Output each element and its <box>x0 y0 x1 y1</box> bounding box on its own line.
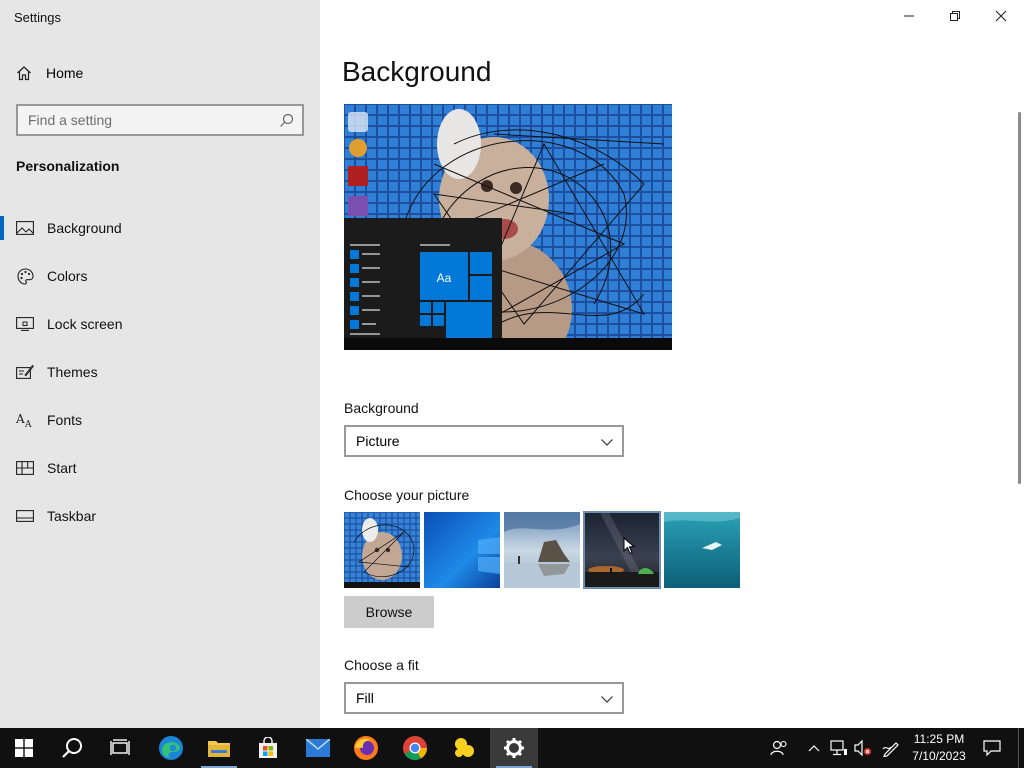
home-label: Home <box>46 65 84 81</box>
close-button[interactable] <box>978 0 1024 32</box>
sidebar-item-colors[interactable]: Colors <box>0 252 320 300</box>
sidebar-item-label: Fonts <box>47 412 83 428</box>
sidebar-item-label: Taskbar <box>47 508 97 524</box>
picture-thumbnail-selected[interactable] <box>583 511 661 589</box>
settings-icon <box>504 738 524 758</box>
sidebar-item-label: Themes <box>47 364 98 380</box>
home-icon <box>17 66 31 81</box>
fonts-icon: AA <box>16 411 34 429</box>
clock-time: 11:25 PM <box>913 732 965 746</box>
edge-button[interactable] <box>147 728 195 768</box>
notification-icon <box>983 740 1001 756</box>
search-icon <box>62 738 82 758</box>
mail-icon <box>306 739 330 757</box>
clock-date: 7/10/2023 <box>912 749 966 763</box>
browse-button[interactable]: Browse <box>344 596 434 628</box>
sidebar-item-themes[interactable]: Themes <box>0 348 320 396</box>
fit-dropdown-value: Fill <box>356 690 374 706</box>
firefox-button[interactable] <box>342 728 390 768</box>
picture-thumbnails <box>344 511 744 589</box>
sidebar-item-label: Colors <box>47 268 88 284</box>
sidebar-item-fonts[interactable]: AA Fonts <box>0 396 320 444</box>
volume-muted-icon <box>854 740 871 756</box>
restore-button[interactable] <box>932 0 978 32</box>
chrome-icon <box>403 736 427 761</box>
people-icon <box>770 740 787 756</box>
picture-icon <box>16 219 34 237</box>
sidebar-nav: Background Colors Lock screen Themes AA … <box>0 204 320 540</box>
windows-logo-icon <box>15 739 33 757</box>
choose-fit-label: Choose a fit <box>344 657 419 673</box>
app-icon <box>455 738 474 757</box>
picture-thumbnail[interactable] <box>664 512 740 588</box>
themes-icon <box>16 363 34 381</box>
home-link[interactable]: Home <box>16 62 83 84</box>
app-button[interactable] <box>440 728 488 768</box>
section-title: Personalization <box>16 158 120 174</box>
chrome-button[interactable] <box>391 728 439 768</box>
mouse-cursor-icon <box>623 537 635 555</box>
task-view-button[interactable] <box>96 728 144 768</box>
start-icon <box>16 459 34 477</box>
store-button[interactable] <box>244 728 292 768</box>
sidebar-item-taskbar[interactable]: Taskbar <box>0 492 320 540</box>
chevron-down-icon <box>601 439 613 446</box>
page-title: Background <box>342 56 492 87</box>
taskbar: 11:25 PM 7/10/2023 <box>0 728 1024 768</box>
restore-icon <box>950 11 960 21</box>
file-explorer-button[interactable] <box>195 728 243 768</box>
svg-text:A: A <box>16 412 25 426</box>
svg-text:A: A <box>24 420 32 428</box>
taskbar-search-button[interactable] <box>48 728 96 768</box>
choose-picture-label: Choose your picture <box>344 487 470 503</box>
mail-button[interactable] <box>294 728 342 768</box>
pen-icon <box>882 742 899 757</box>
show-desktop-button[interactable] <box>1018 728 1024 768</box>
picture-thumbnail[interactable] <box>424 512 500 588</box>
clock[interactable]: 11:25 PM 7/10/2023 <box>906 731 972 765</box>
search-input[interactable] <box>28 112 268 128</box>
search-box[interactable] <box>16 104 304 136</box>
app-title: Settings <box>14 10 61 25</box>
store-icon <box>259 737 277 758</box>
firefox-icon <box>354 736 378 760</box>
sidebar-item-lock-screen[interactable]: Lock screen <box>0 300 320 348</box>
picture-thumbnail[interactable] <box>344 512 420 588</box>
sidebar-item-start[interactable]: Start <box>0 444 320 492</box>
background-dropdown-value: Picture <box>356 433 400 449</box>
show-hidden-icons-button[interactable] <box>804 728 824 768</box>
background-preview: Aa <box>344 104 672 350</box>
volume-button[interactable] <box>852 728 874 768</box>
network-button[interactable] <box>828 728 850 768</box>
network-icon <box>830 740 847 756</box>
sidebar-item-label: Background <box>47 220 122 236</box>
preview-tile-text: Aa <box>437 271 452 285</box>
sidebar: Settings Home Personalization Background… <box>0 0 320 728</box>
lock-screen-icon <box>16 315 34 333</box>
minimize-icon <box>904 15 914 17</box>
chevron-down-icon <box>601 696 613 703</box>
notifications-button[interactable] <box>980 728 1004 768</box>
close-icon <box>995 10 1007 22</box>
palette-icon <box>16 267 34 285</box>
file-explorer-icon <box>208 741 230 757</box>
picture-thumbnail[interactable] <box>504 512 580 588</box>
sidebar-item-label: Start <box>47 460 77 476</box>
settings-button[interactable] <box>490 728 538 768</box>
taskbar-icon <box>16 507 34 525</box>
people-button[interactable] <box>766 728 792 768</box>
sidebar-item-background[interactable]: Background <box>0 204 320 252</box>
search-icon[interactable] <box>279 113 294 128</box>
pen-button[interactable] <box>880 728 902 768</box>
fit-dropdown[interactable]: Fill <box>344 682 624 714</box>
sidebar-item-label: Lock screen <box>47 316 123 332</box>
chevron-up-icon <box>808 745 820 752</box>
edge-icon <box>159 736 183 760</box>
scrollbar[interactable] <box>1018 112 1021 484</box>
task-view-icon <box>110 739 130 755</box>
start-button[interactable] <box>0 728 48 768</box>
background-dropdown[interactable]: Picture <box>344 425 624 457</box>
background-label: Background <box>344 400 419 416</box>
minimize-button[interactable] <box>886 0 932 32</box>
